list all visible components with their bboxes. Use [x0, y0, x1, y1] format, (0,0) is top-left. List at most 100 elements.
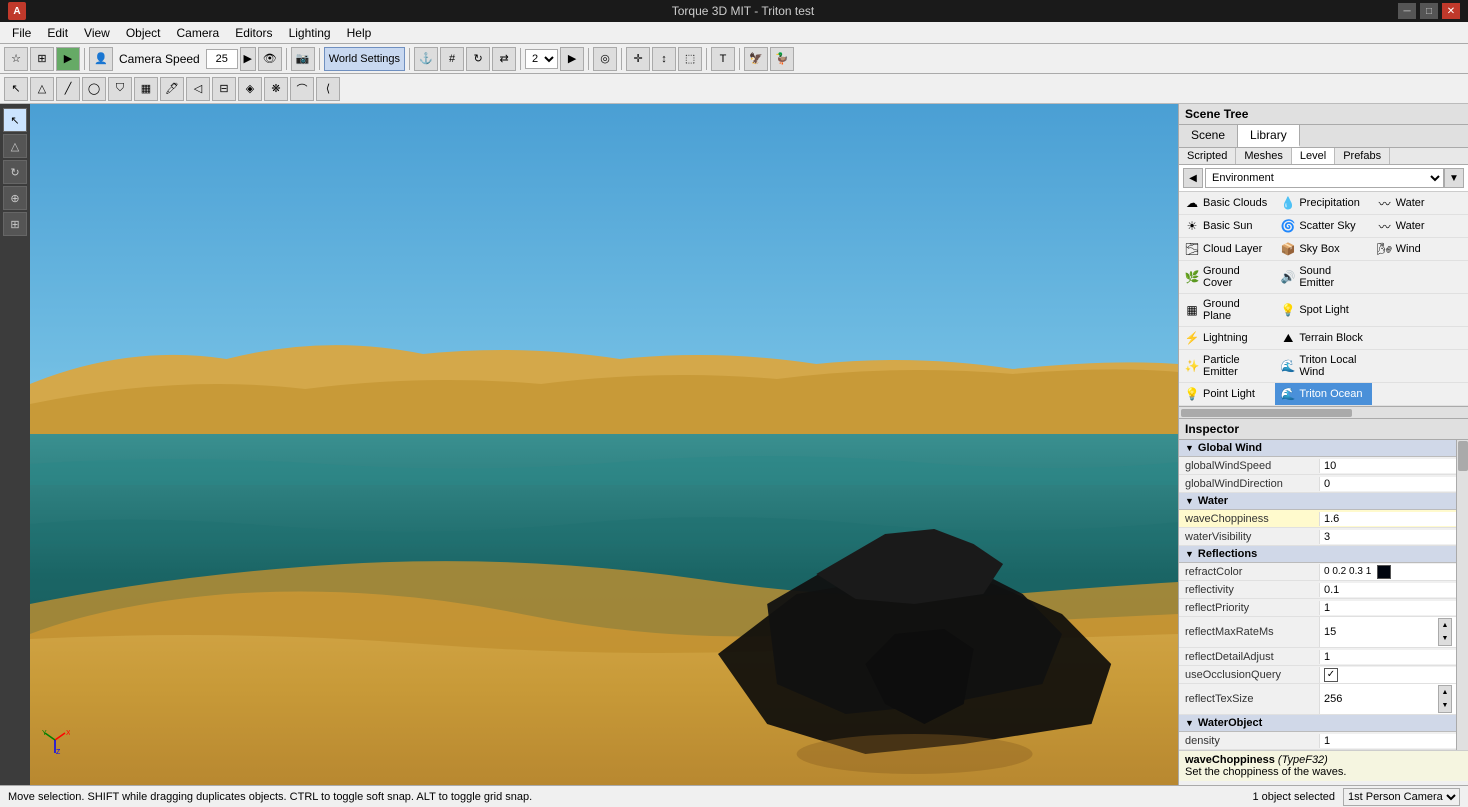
triangle-tool[interactable]: △ — [30, 77, 54, 101]
environment-dropdown[interactable]: Environment — [1205, 168, 1444, 188]
sub-tab-level[interactable]: Level — [1292, 148, 1335, 164]
text-icon[interactable]: T — [711, 47, 735, 71]
move-tool-button[interactable]: ⊞ — [30, 47, 54, 71]
eraser-tool[interactable]: ◁ — [186, 77, 210, 101]
move-sidebar-tool[interactable]: △ — [3, 134, 27, 158]
inspector-scrollbar-thumb[interactable] — [1458, 441, 1468, 471]
dropdown-value[interactable]: 2134 — [525, 49, 558, 69]
reflect-max-rate-spin[interactable]: ▲ ▼ — [1438, 618, 1452, 646]
lib-particle-emitter[interactable]: ✨ Particle Emitter — [1179, 350, 1275, 383]
bird2-icon[interactable]: 🦆 — [770, 47, 794, 71]
select-tool-button[interactable]: ☆ — [4, 47, 28, 71]
play-button[interactable]: ▶ — [56, 47, 80, 71]
paint-tool[interactable]: ⟨ — [316, 77, 340, 101]
select-sidebar-tool[interactable]: ↖ — [3, 108, 27, 132]
world-settings-button[interactable]: World Settings — [324, 47, 405, 71]
lib-basic-sun[interactable]: ☀ Basic Sun — [1179, 215, 1275, 238]
mirror-icon[interactable]: ⇄ — [492, 47, 516, 71]
grid-icon[interactable]: # — [440, 47, 464, 71]
library-h-scrollbar[interactable] — [1179, 406, 1468, 418]
rotate-icon[interactable]: ↻ — [466, 47, 490, 71]
lib-cloud-layer[interactable]: 🌫 Cloud Layer — [1179, 238, 1275, 261]
lib-precipitation[interactable]: 💧 Precipitation — [1275, 192, 1371, 215]
lib-water-1[interactable]: 〰 Water — [1372, 192, 1468, 215]
reflect-detail-input[interactable]: 1 — [1324, 651, 1452, 663]
reflect-tex-size-spin[interactable]: ▲ ▼ — [1438, 685, 1452, 713]
scale-sidebar-tool[interactable]: ⊕ — [3, 186, 27, 210]
sub-tab-meshes[interactable]: Meshes — [1236, 148, 1292, 164]
global-wind-section[interactable]: ▼ Global Wind — [1179, 440, 1456, 457]
select-region-icon[interactable]: ⬚ — [678, 47, 702, 71]
density-input[interactable]: 1 — [1324, 735, 1452, 747]
tab-library[interactable]: Library — [1238, 125, 1300, 147]
lib-triton-local-wind[interactable]: 🌊 Triton Local Wind — [1275, 350, 1371, 383]
bird1-icon[interactable]: 🦅 — [744, 47, 768, 71]
lib-water-2[interactable]: 〰 Water — [1372, 215, 1468, 238]
maximize-button[interactable]: □ — [1420, 3, 1438, 19]
globe-tool[interactable]: ◯ — [82, 77, 106, 101]
viewport[interactable]: X Y Z — [30, 104, 1178, 785]
reflectivity-input[interactable]: 0.1 — [1324, 584, 1452, 596]
env-back-button[interactable]: ◀ — [1183, 168, 1203, 188]
global-wind-dir-input[interactable]: 0 — [1324, 478, 1452, 490]
lib-terrain-block[interactable]: ⛰ Terrain Block — [1275, 327, 1371, 350]
arrows-icon[interactable]: ↕ — [652, 47, 676, 71]
dropdown-inc[interactable]: ▶ — [560, 47, 584, 71]
stamp-tool[interactable]: ❋ — [264, 77, 288, 101]
person-icon[interactable]: 👤 — [89, 47, 113, 71]
sub-tab-scripted[interactable]: Scripted — [1179, 148, 1236, 164]
eye-icon[interactable]: 👁 — [258, 47, 282, 71]
select2-tool[interactable]: ↖ — [4, 77, 28, 101]
lib-point-light[interactable]: 💡 Point Light — [1179, 383, 1275, 406]
lib-basic-clouds[interactable]: ☁ Basic Clouds — [1179, 192, 1275, 215]
lib-sound-emitter[interactable]: 🔊 Sound Emitter — [1275, 261, 1371, 294]
move-icon[interactable]: ✛ — [626, 47, 650, 71]
wave-choppiness-input[interactable]: 1.6 — [1324, 513, 1452, 525]
lib-triton-ocean[interactable]: 🌊 Triton Ocean — [1275, 383, 1371, 406]
lib-sky-box[interactable]: 📦 Sky Box — [1275, 238, 1371, 261]
feather-tool[interactable]: 🖊 — [160, 77, 184, 101]
env-dropdown-arrow[interactable]: ▼ — [1444, 168, 1464, 188]
tab-scene[interactable]: Scene — [1179, 125, 1238, 147]
minimize-button[interactable]: ─ — [1398, 3, 1416, 19]
camera-speed-up[interactable]: ▶ — [240, 47, 256, 71]
close-button[interactable]: ✕ — [1442, 3, 1460, 19]
inspector-v-scrollbar[interactable] — [1456, 440, 1468, 750]
snapshot-button[interactable]: 📷 — [291, 47, 315, 71]
transform-tool[interactable]: ⊟ — [212, 77, 236, 101]
lib-ground-plane[interactable]: ▦ Ground Plane — [1179, 294, 1275, 327]
reflect-max-rate-input[interactable]: 15 — [1324, 626, 1436, 638]
lib-wind[interactable]: 🌬 Wind — [1372, 238, 1468, 261]
shield-tool[interactable]: ⛉ — [108, 77, 132, 101]
sub-tab-prefabs[interactable]: Prefabs — [1335, 148, 1390, 164]
anchor-icon[interactable]: ⚓ — [414, 47, 438, 71]
rotate-sidebar-tool[interactable]: ↻ — [3, 160, 27, 184]
fill-tool[interactable]: ◈ — [238, 77, 262, 101]
water-section[interactable]: ▼ Water — [1179, 493, 1456, 510]
grid2-tool[interactable]: ▦ — [134, 77, 158, 101]
view3d-icon[interactable]: ◎ — [593, 47, 617, 71]
lib-ground-cover[interactable]: 🌿 Ground Cover — [1179, 261, 1275, 294]
menu-edit[interactable]: Edit — [39, 24, 76, 42]
smooth-tool[interactable]: ⌒ — [290, 77, 314, 101]
use-occlusion-checkbox[interactable]: ✓ — [1324, 668, 1338, 682]
lib-spot-light[interactable]: 💡 Spot Light — [1275, 294, 1371, 327]
library-scrollbar-thumb[interactable] — [1181, 409, 1352, 417]
camera-mode-dropdown[interactable]: 1st Person Camera Orbit Camera Fly Camer… — [1343, 788, 1460, 806]
reflect-priority-input[interactable]: 1 — [1324, 602, 1452, 614]
line-tool[interactable]: ╱ — [56, 77, 80, 101]
water-visibility-input[interactable]: 3 — [1324, 531, 1452, 543]
camera-speed-input[interactable]: 25 — [206, 49, 238, 69]
menu-editors[interactable]: Editors — [227, 24, 280, 42]
lib-lightning[interactable]: ⚡ Lightning — [1179, 327, 1275, 350]
lib-scatter-sky[interactable]: 🌀 Scatter Sky — [1275, 215, 1371, 238]
menu-camera[interactable]: Camera — [169, 24, 228, 42]
misc-sidebar-tool[interactable]: ⊞ — [3, 212, 27, 236]
water-object-section[interactable]: ▼ WaterObject — [1179, 715, 1456, 732]
menu-view[interactable]: View — [76, 24, 118, 42]
menu-file[interactable]: File — [4, 24, 39, 42]
global-wind-speed-input[interactable]: 10 — [1324, 460, 1452, 472]
menu-object[interactable]: Object — [118, 24, 169, 42]
refract-color-swatch[interactable] — [1377, 565, 1391, 579]
menu-lighting[interactable]: Lighting — [281, 24, 339, 42]
